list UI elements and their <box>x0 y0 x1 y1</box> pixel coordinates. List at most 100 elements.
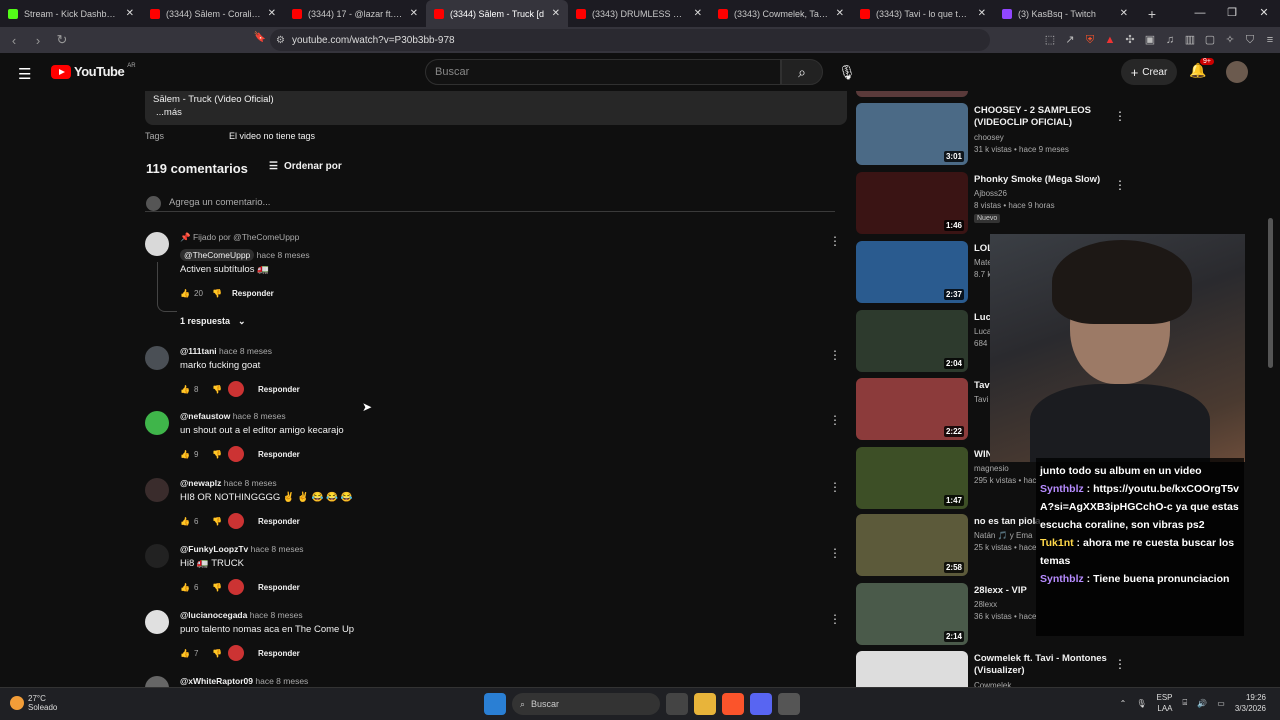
music-icon[interactable]: ♫ <box>1164 34 1176 46</box>
comment-time[interactable]: hace 8 meses <box>255 676 308 686</box>
video-channel[interactable]: Ajboss26 <box>974 189 1007 198</box>
comment-author[interactable]: @lucianocegada <box>180 610 247 620</box>
screenshot-icon[interactable]: ▣ <box>1144 34 1156 46</box>
language-indicator[interactable]: ESP LAA <box>1157 692 1173 714</box>
comment-time[interactable]: hace 8 meses <box>251 544 304 554</box>
commenter-avatar[interactable] <box>145 232 169 256</box>
replies-toggle[interactable]: 1 respuesta ⌄ <box>180 316 246 327</box>
video-thumbnail[interactable]: 2:58 <box>856 514 968 576</box>
bookmark-icon[interactable]: 🔖 <box>250 32 270 43</box>
close-tab-icon[interactable]: ✕ <box>126 8 134 19</box>
video-more-icon[interactable]: ⋮ <box>1114 109 1126 123</box>
discord-icon[interactable] <box>750 693 772 715</box>
clock[interactable]: 19:26 3/3/2026 <box>1235 692 1266 714</box>
voice-search-icon[interactable]: 🎙 <box>835 59 859 85</box>
close-tab-icon[interactable]: ✕ <box>978 8 986 19</box>
thumbnail-partial[interactable] <box>856 91 968 97</box>
menu-icon[interactable]: ☰ <box>18 65 31 83</box>
comment-author[interactable]: @nefaustow <box>180 411 230 421</box>
close-tab-icon[interactable]: ✕ <box>836 8 844 19</box>
reply-button[interactable]: Responder <box>258 450 300 459</box>
like-icon[interactable]: 👍 <box>180 289 194 298</box>
video-title[interactable]: Phonky Smoke (Mega Slow) <box>974 174 1114 186</box>
reply-button[interactable]: Responder <box>258 385 300 394</box>
url-field[interactable]: ⚙ youtube.com/watch?v=P30b3bb-978 <box>270 29 990 51</box>
video-thumbnail[interactable]: 3:01 <box>856 103 968 165</box>
maximize-icon[interactable]: ❐ <box>1216 0 1248 27</box>
sort-button[interactable]: ☰ Ordenar por <box>269 161 342 172</box>
close-tab-icon[interactable]: ✕ <box>552 8 560 19</box>
dislike-icon[interactable]: 👎 <box>212 649 226 658</box>
like-icon[interactable]: 👍 <box>180 385 194 394</box>
description-more[interactable]: ...más <box>153 106 839 119</box>
recommended-video[interactable]: 3:01 CHOOSEY - 2 SAMPLEOS (VIDEOCLIP OFI… <box>856 103 1266 167</box>
video-thumbnail[interactable]: 1:46 <box>856 172 968 234</box>
taskbar-search[interactable]: ⌕ Buscar <box>512 693 660 715</box>
browser-tab[interactable]: Stream - Kick Dashboard ✕ <box>0 0 142 27</box>
comment-more-icon[interactable]: ⋮ <box>829 234 841 248</box>
comment-time[interactable]: hace 8 meses <box>233 411 286 421</box>
commenter-avatar[interactable] <box>145 346 169 370</box>
forward-icon[interactable]: › <box>28 33 48 48</box>
comment-time[interactable]: hace 8 meses <box>250 610 303 620</box>
video-thumbnail[interactable]: 2:22 <box>856 378 968 440</box>
browser-tab[interactable]: (3343) DRUMLESS & SOUL #1 ✕ <box>568 0 710 27</box>
site-settings-icon[interactable]: ⚙ <box>276 35 292 46</box>
like-icon[interactable]: 👍 <box>180 583 194 592</box>
start-icon[interactable] <box>484 693 506 715</box>
close-tab-icon[interactable]: ✕ <box>1120 8 1128 19</box>
network-icon[interactable]: ⌸ <box>1183 698 1188 708</box>
video-thumbnail[interactable]: 2:04 <box>856 310 968 372</box>
browser-tab[interactable]: (3) KasBsq - Twitch ✕ <box>994 0 1136 27</box>
comment-more-icon[interactable]: ⋮ <box>829 413 841 427</box>
video-channel[interactable]: Luca <box>974 327 991 336</box>
comment-time[interactable]: hace 8 meses <box>219 346 272 356</box>
like-icon[interactable]: 👍 <box>180 517 194 526</box>
video-more-icon[interactable]: ⋮ <box>1114 178 1126 192</box>
dislike-icon[interactable]: 👎 <box>212 289 226 298</box>
comment-more-icon[interactable]: ⋮ <box>829 348 841 362</box>
browser-tab[interactable]: (3344) 17 - @lazar ft. @ceroas ✕ <box>284 0 426 27</box>
video-channel[interactable]: choosey <box>974 133 1004 142</box>
puzzle-icon[interactable]: ✣ <box>1124 34 1136 46</box>
dislike-icon[interactable]: 👎 <box>212 517 226 526</box>
comment-author[interactable]: @newaplz <box>180 478 221 488</box>
obs-icon[interactable] <box>778 693 800 715</box>
recommended-video[interactable]: 1:46 Phonky Smoke (Mega Slow) Ajboss26 8 … <box>856 172 1266 236</box>
like-icon[interactable]: 👍 <box>180 649 194 658</box>
brave-icon[interactable] <box>722 693 744 715</box>
commenter-avatar[interactable] <box>145 610 169 634</box>
scrollbar[interactable] <box>1268 218 1273 368</box>
video-title[interactable]: CHOOSEY - 2 SAMPLEOS (VIDEOCLIP OFICIAL) <box>974 105 1114 129</box>
new-tab-icon[interactable]: + <box>1140 6 1164 22</box>
commenter-avatar[interactable] <box>145 411 169 435</box>
comment-author[interactable]: @FunkyLoopzTv <box>180 544 248 554</box>
reply-button[interactable]: Responder <box>258 649 300 658</box>
commenter-avatar[interactable] <box>145 478 169 502</box>
comment-author[interactable]: @xWhiteRaptor09 <box>180 676 253 686</box>
minimize-icon[interactable]: — <box>1184 0 1216 27</box>
browser-tab[interactable]: (3343) Cowmelek, Tavi - Proble ✕ <box>710 0 852 27</box>
comment-time[interactable]: hace 8 meses <box>224 478 277 488</box>
file-explorer-icon[interactable] <box>694 693 716 715</box>
video-title[interactable]: Cowmelek ft. Tavi - Montones (Visualizer… <box>974 653 1114 677</box>
video-more-icon[interactable]: ⋮ <box>1114 657 1126 671</box>
video-channel[interactable]: Natán 🎵 y Ema <box>974 531 1032 540</box>
task-view-icon[interactable] <box>666 693 688 715</box>
reload-icon[interactable]: ↻ <box>52 32 72 48</box>
dislike-icon[interactable]: 👎 <box>212 583 226 592</box>
video-channel[interactable]: Tavi <box>974 395 988 404</box>
mic-icon[interactable]: 🎙 <box>1136 699 1146 708</box>
browser-tab[interactable]: (3343) Tavi - lo que tengo guar ✕ <box>852 0 994 27</box>
description-box[interactable]: Sālem - Truck (Video Oficial) ...más <box>145 91 847 125</box>
leo-icon[interactable]: ✧ <box>1224 34 1236 46</box>
dislike-icon[interactable]: 👎 <box>212 385 226 394</box>
volume-icon[interactable]: 🔊 <box>1197 699 1207 708</box>
reply-button[interactable]: Responder <box>258 517 300 526</box>
browser-tab[interactable]: (3344) Sālem - Truck [d ✕ <box>426 0 568 27</box>
reply-button[interactable]: Responder <box>232 289 274 298</box>
comment-author[interactable]: @TheComeUppp <box>180 249 255 261</box>
dislike-icon[interactable]: 👎 <box>212 450 226 459</box>
video-thumbnail[interactable]: 2:14 <box>856 583 968 645</box>
weather-widget[interactable]: 27°C Soleado <box>10 694 57 712</box>
